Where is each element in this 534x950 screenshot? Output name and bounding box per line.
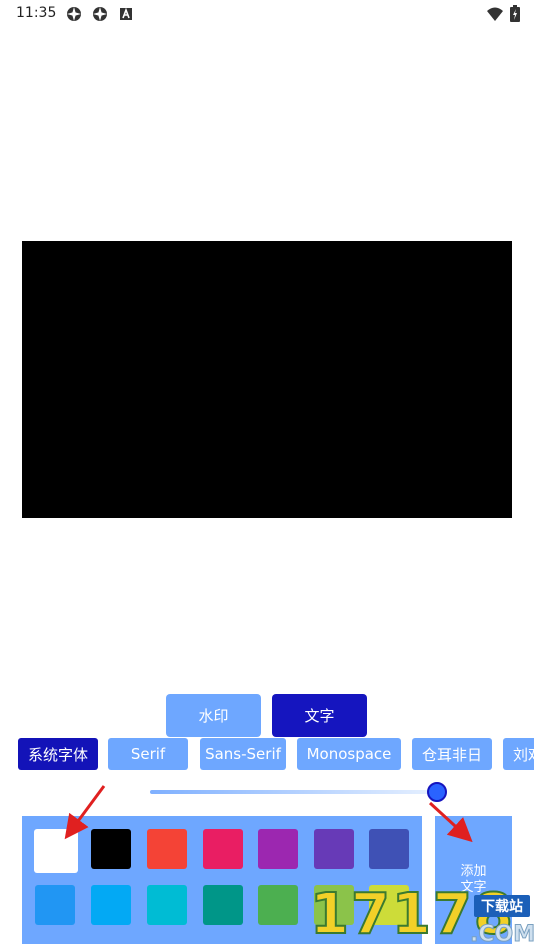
- color-swatch-purple[interactable]: [258, 829, 298, 869]
- color-swatch-light-blue[interactable]: [91, 885, 131, 925]
- text-size-slider-thumb[interactable]: [427, 782, 447, 802]
- status-time: 11:35: [16, 5, 57, 21]
- color-swatch-pink[interactable]: [203, 829, 243, 869]
- color-swatch-white[interactable]: [34, 829, 78, 873]
- color-swatch-teal[interactable]: [203, 885, 243, 925]
- color-swatch-red[interactable]: [147, 829, 187, 869]
- font-chip-monospace[interactable]: Monospace: [297, 738, 401, 770]
- color-swatch-black[interactable]: [91, 829, 131, 869]
- status-bar: 11:35: [0, 0, 534, 28]
- color-swatch-cyan[interactable]: [147, 885, 187, 925]
- tab-text[interactable]: 文字: [272, 694, 367, 737]
- color-swatch-green[interactable]: [258, 885, 298, 925]
- font-chip-cang-er[interactable]: 仓耳非日: [412, 738, 492, 770]
- font-chip-serif[interactable]: Serif: [108, 738, 188, 770]
- status-right: [486, 5, 520, 22]
- font-chip-liu[interactable]: 刘戏: [503, 738, 534, 770]
- app-notification-icon: [67, 7, 81, 21]
- wifi-icon: [487, 7, 503, 21]
- color-swatch-blue[interactable]: [35, 885, 75, 925]
- add-text-label-line1: 添加: [460, 864, 487, 879]
- battery-icon: [510, 5, 520, 22]
- font-chip-sans-serif[interactable]: Sans-Serif: [200, 738, 286, 770]
- color-swatch-deep-purple[interactable]: [314, 829, 354, 869]
- site-watermark-domain: .COM: [469, 922, 534, 948]
- a-notification-icon: [120, 7, 132, 20]
- image-preview-canvas[interactable]: [22, 241, 512, 518]
- app-notification-icon: [93, 7, 107, 21]
- site-watermark-badge: 下载站: [474, 895, 530, 917]
- font-chip-system[interactable]: 系统字体: [18, 738, 98, 770]
- font-selector: 系统字体 Serif Sans-Serif Monospace 仓耳非日 刘戏: [0, 738, 534, 772]
- text-size-slider-track[interactable]: [150, 790, 436, 794]
- color-swatch-indigo[interactable]: [369, 829, 409, 869]
- tab-watermark[interactable]: 水印: [166, 694, 261, 737]
